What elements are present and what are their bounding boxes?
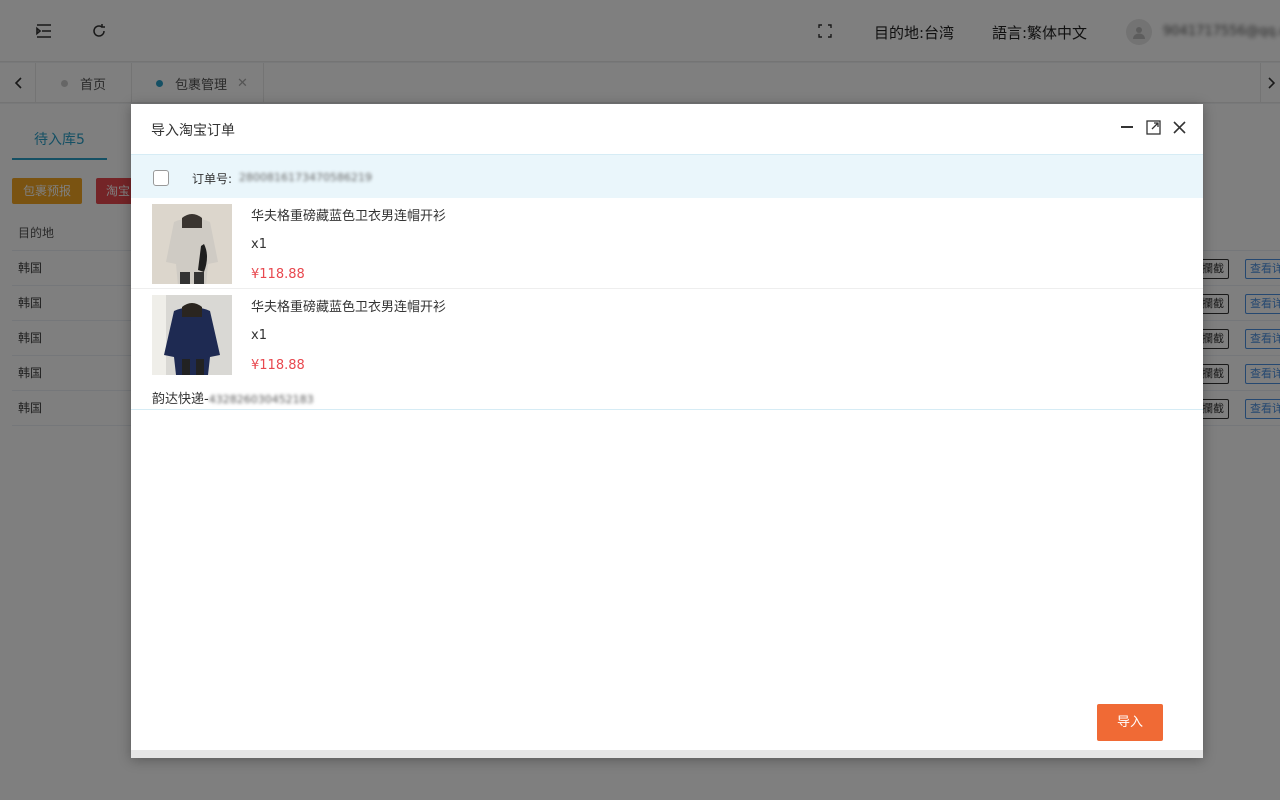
shipping-info: 韵达快递-432826030452183 (152, 388, 314, 407)
import-taobao-dialog: 导入淘宝订单 订单号: 2800816173470586219 华夫格重磅藏蓝色… (131, 104, 1203, 758)
product-image (152, 295, 232, 375)
shipping-carrier: 韵达快递- (152, 392, 209, 407)
order-item: 华夫格重磅藏蓝色卫衣男连帽开衫 x1 ¥118.88 (131, 199, 1203, 289)
product-quantity: x1 (251, 237, 267, 252)
product-image (152, 204, 232, 284)
import-button[interactable]: 导入 (1097, 704, 1163, 741)
dialog-title: 导入淘宝订单 (151, 123, 235, 139)
dialog-scrollbar[interactable] (131, 750, 1203, 758)
product-price: ¥118.88 (251, 358, 305, 373)
order-header: 订单号: 2800816173470586219 (131, 154, 1203, 198)
divider (131, 409, 1203, 410)
close-icon[interactable] (1170, 118, 1188, 136)
minimize-icon[interactable] (1118, 118, 1136, 136)
order-number: 2800816173470586219 (239, 171, 372, 184)
product-title: 华夫格重磅藏蓝色卫衣男连帽开衫 (251, 209, 447, 224)
order-select-checkbox[interactable] (153, 170, 169, 186)
product-title: 华夫格重磅藏蓝色卫衣男连帽开衫 (251, 300, 447, 315)
maximize-icon[interactable] (1144, 118, 1162, 136)
order-number-label: 订单号: (192, 172, 233, 186)
tracking-number: 432826030452183 (208, 393, 314, 406)
order-item: 华夫格重磅藏蓝色卫衣男连帽开衫 x1 ¥118.88 (131, 290, 1203, 380)
product-price: ¥118.88 (251, 267, 305, 282)
product-quantity: x1 (251, 328, 267, 343)
